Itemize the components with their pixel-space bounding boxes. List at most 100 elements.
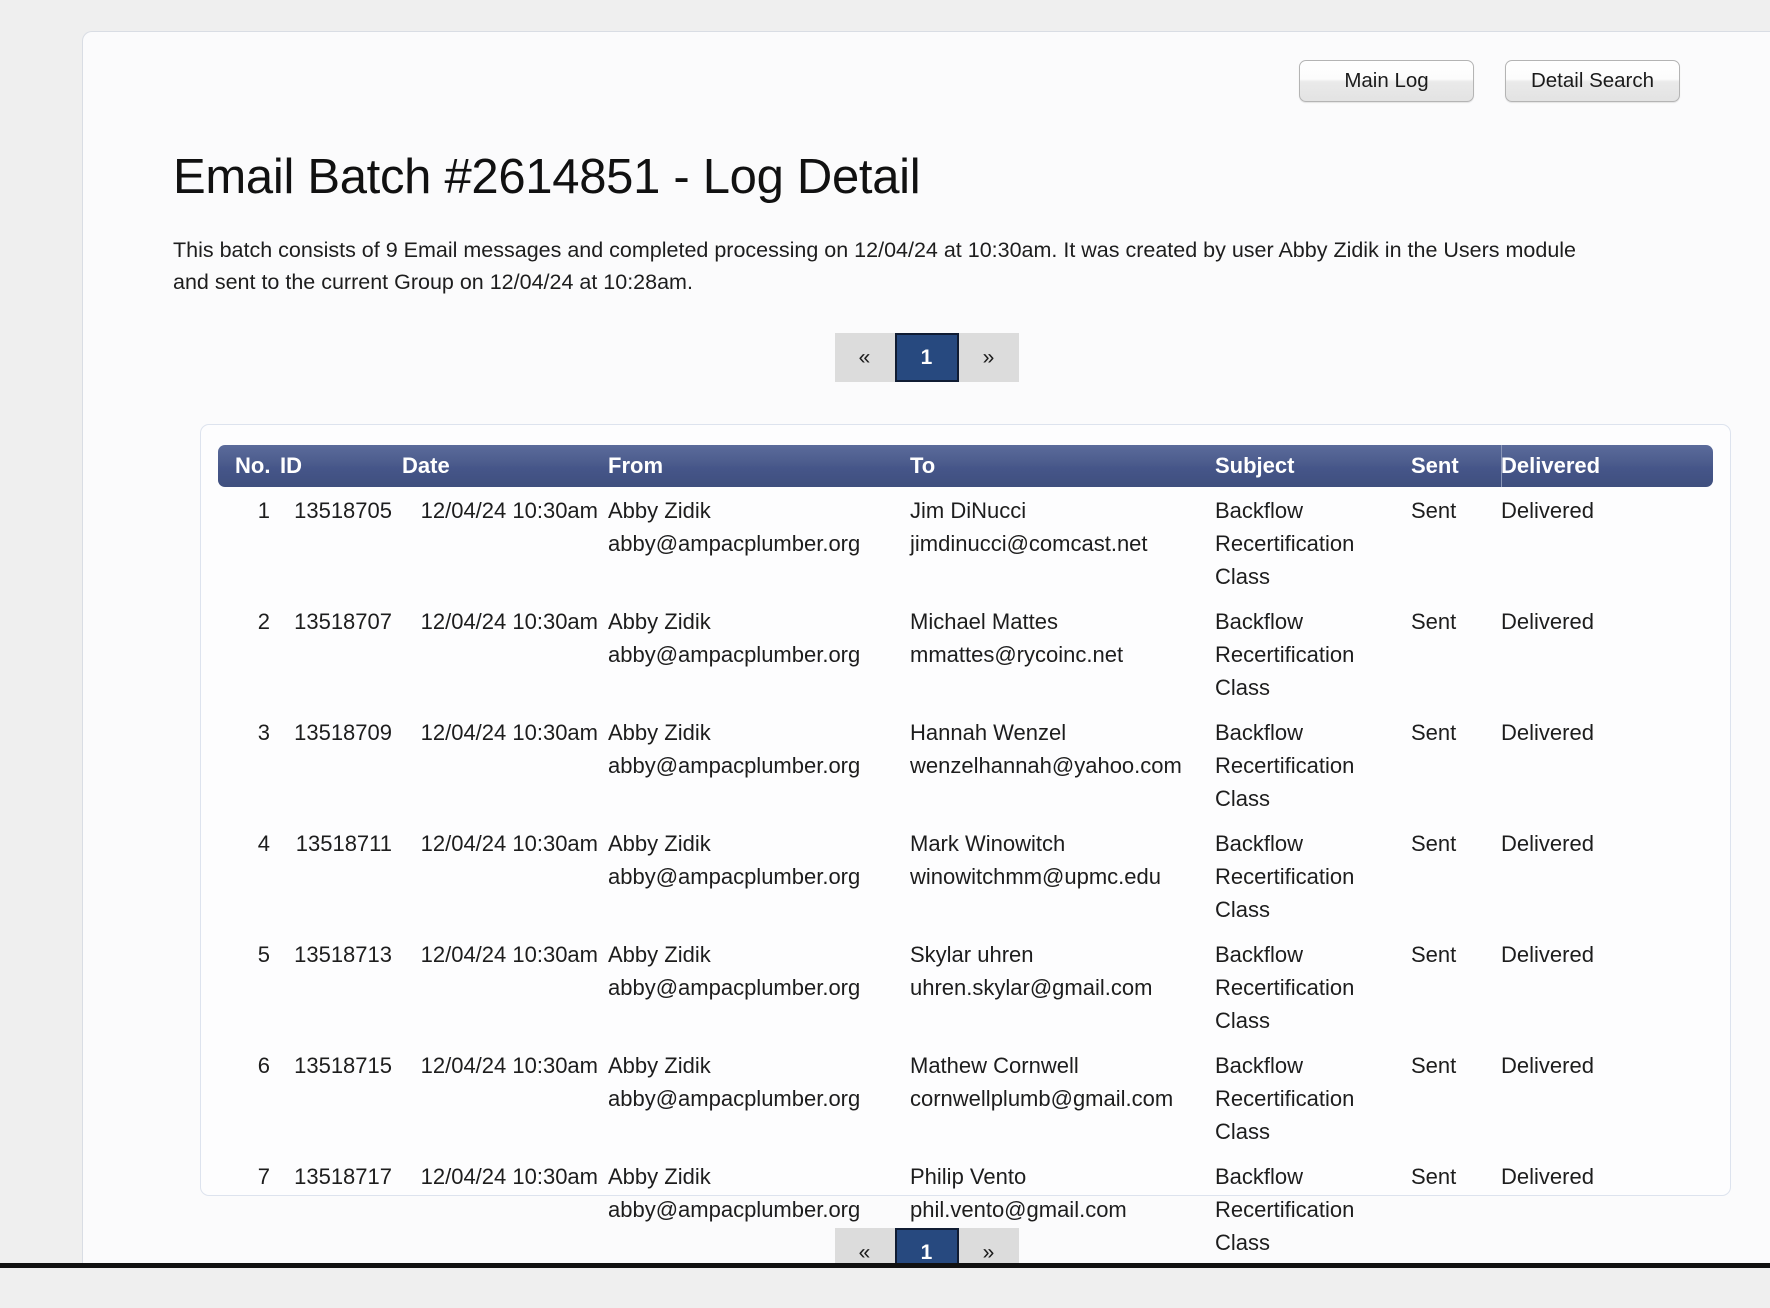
row-sent-status: Sent [1411, 820, 1501, 931]
row-delivered-status: Delivered [1501, 931, 1713, 1042]
row-delivered-status: Delivered [1501, 820, 1713, 931]
row-number-cell: 6 [218, 1042, 280, 1153]
pagination-prev-button[interactable]: « [834, 333, 895, 382]
row-subject-cell: Backflow Recertification Class [1215, 598, 1411, 709]
row-id-link[interactable]: 13518717 [280, 1153, 402, 1263]
row-to-cell: Jim DiNucci jimdinucci@comcast.net [910, 487, 1215, 598]
row-number-cell: 1 [218, 487, 280, 598]
sent-status: Sent [1411, 720, 1457, 745]
sent-status: Sent [1411, 609, 1457, 634]
row-number-cell: 5 [218, 931, 280, 1042]
table-row: 2 13518707 12/04/24 10:30am Abby Zidik abby@… [218, 598, 1713, 709]
batch-description: This batch consists of 9 Email messages … [173, 237, 1577, 294]
table-body: 1 13518705 12/04/24 10:30am Abby Zidik abby@… [218, 487, 1713, 1263]
pagination-page-1-button[interactable]: 1 [894, 333, 959, 382]
pagination-bottom: « 1 » [834, 1228, 1019, 1263]
to-email: mmattes@rycoinc.net [910, 642, 1124, 667]
row-delivered-status: Delivered [1501, 1042, 1713, 1153]
to-email: cornwellplumb@gmail.com [910, 1086, 1174, 1111]
row-date: 12/04/24 10:30am [420, 942, 598, 967]
from-name: Abby Zidik [608, 720, 711, 745]
column-header-no[interactable]: No. [218, 445, 280, 487]
row-to-cell: Hannah Wenzel wenzelhannah@yahoo.com [910, 709, 1215, 820]
delivered-status: Delivered [1501, 831, 1594, 856]
table-header-row: No. ID Date From To Subject Sent Deliver… [218, 445, 1713, 487]
pagination-page-1-button-bottom[interactable]: 1 [894, 1228, 959, 1263]
row-from-cell: Abby Zidik abby@ampacplumber.org [608, 931, 910, 1042]
subject-line-2: Recertification Class [1215, 864, 1355, 922]
subject-line-1: Backflow [1215, 831, 1304, 856]
from-email: abby@ampacplumber.org [608, 1197, 861, 1222]
column-header-date[interactable]: Date [402, 445, 608, 487]
row-id-link[interactable]: 13518713 [280, 931, 402, 1042]
subject-line-2: Recertification Class [1215, 1086, 1355, 1144]
row-delivered-status: Delivered [1501, 487, 1713, 598]
row-date: 12/04/24 10:30am [420, 609, 598, 634]
row-to-cell: Mark Winowitch winowitchmm@upmc.edu [910, 820, 1215, 931]
row-id: 13518717 [294, 1164, 392, 1189]
sent-status: Sent [1411, 831, 1457, 856]
row-sent-status: Sent [1411, 931, 1501, 1042]
sent-status: Sent [1411, 942, 1457, 967]
row-date-cell: 12/04/24 10:30am [402, 709, 608, 820]
row-date: 12/04/24 10:30am [420, 1164, 598, 1189]
from-email: abby@ampacplumber.org [608, 864, 861, 889]
row-delivered-status: Delivered [1501, 1153, 1713, 1263]
table-row: 4 13518711 12/04/24 10:30am Abby Zidik abby@… [218, 820, 1713, 931]
row-id-link[interactable]: 13518705 [280, 487, 402, 598]
from-email: abby@ampacplumber.org [608, 753, 861, 778]
column-header-sent[interactable]: Sent [1411, 445, 1501, 487]
row-delivered-status: Delivered [1501, 598, 1713, 709]
subject-line-1: Backflow [1215, 498, 1304, 523]
row-id-link[interactable]: 13518715 [280, 1042, 402, 1153]
row-date: 12/04/24 10:30am [420, 831, 598, 856]
row-number: 4 [257, 831, 270, 856]
column-header-to[interactable]: To [910, 445, 1215, 487]
pagination-next-button[interactable]: » [958, 333, 1019, 382]
column-header-from[interactable]: From [608, 445, 910, 487]
row-id-link[interactable]: 13518709 [280, 709, 402, 820]
to-email: phil.vento@gmail.com [910, 1197, 1127, 1222]
row-id: 13518707 [294, 609, 392, 634]
table-row: 1 13518705 12/04/24 10:30am Abby Zidik abby@… [218, 487, 1713, 598]
row-id-link[interactable]: 13518707 [280, 598, 402, 709]
row-sent-status: Sent [1411, 487, 1501, 598]
log-table-panel: No. ID Date From To Subject Sent Deliver… [200, 424, 1731, 1255]
column-header-id[interactable]: ID [280, 445, 402, 487]
row-date-cell: 12/04/24 10:30am [402, 598, 608, 709]
subject-line-1: Backflow [1215, 609, 1304, 634]
row-date-cell: 12/04/24 10:30am [402, 1153, 608, 1263]
pagination-next-button-bottom[interactable]: » [958, 1228, 1019, 1263]
row-id: 13518709 [294, 720, 392, 745]
row-number: 6 [257, 1053, 270, 1078]
row-number-cell: 7 [218, 1153, 280, 1263]
row-date-cell: 12/04/24 10:30am [402, 820, 608, 931]
row-id-link[interactable]: 13518711 [280, 820, 402, 931]
row-delivered-status: Delivered [1501, 709, 1713, 820]
row-sent-status: Sent [1411, 709, 1501, 820]
sent-status: Sent [1411, 1164, 1457, 1189]
column-header-delivered[interactable]: Delivered [1501, 445, 1713, 487]
row-id: 13518715 [294, 1053, 392, 1078]
row-from-cell: Abby Zidik abby@ampacplumber.org [608, 598, 910, 709]
table-row: 5 13518713 12/04/24 10:30am Abby Zidik abby@… [218, 931, 1713, 1042]
main-log-button[interactable]: Main Log [1299, 60, 1474, 102]
row-subject-cell: Backflow Recertification Class [1215, 1042, 1411, 1153]
row-sent-status: Sent [1411, 598, 1501, 709]
to-name: Jim DiNucci [910, 498, 1027, 523]
row-sent-status: Sent [1411, 1042, 1501, 1153]
to-name: Mathew Cornwell [910, 1053, 1079, 1078]
to-email: wenzelhannah@yahoo.com [910, 753, 1182, 778]
row-subject-cell: Backflow Recertification Class [1215, 709, 1411, 820]
pagination-prev-button-bottom[interactable]: « [834, 1228, 895, 1263]
column-header-subject[interactable]: Subject [1215, 445, 1411, 487]
detail-search-button[interactable]: Detail Search [1505, 60, 1680, 102]
subject-line-2: Recertification Class [1215, 531, 1355, 589]
row-from-cell: Abby Zidik abby@ampacplumber.org [608, 487, 910, 598]
row-subject-cell: Backflow Recertification Class [1215, 820, 1411, 931]
subject-line-2: Recertification Class [1215, 975, 1355, 1033]
row-date: 12/04/24 10:30am [420, 720, 598, 745]
from-email: abby@ampacplumber.org [608, 1086, 861, 1111]
pagination-top: « 1 » [834, 333, 1019, 382]
from-name: Abby Zidik [608, 942, 711, 967]
